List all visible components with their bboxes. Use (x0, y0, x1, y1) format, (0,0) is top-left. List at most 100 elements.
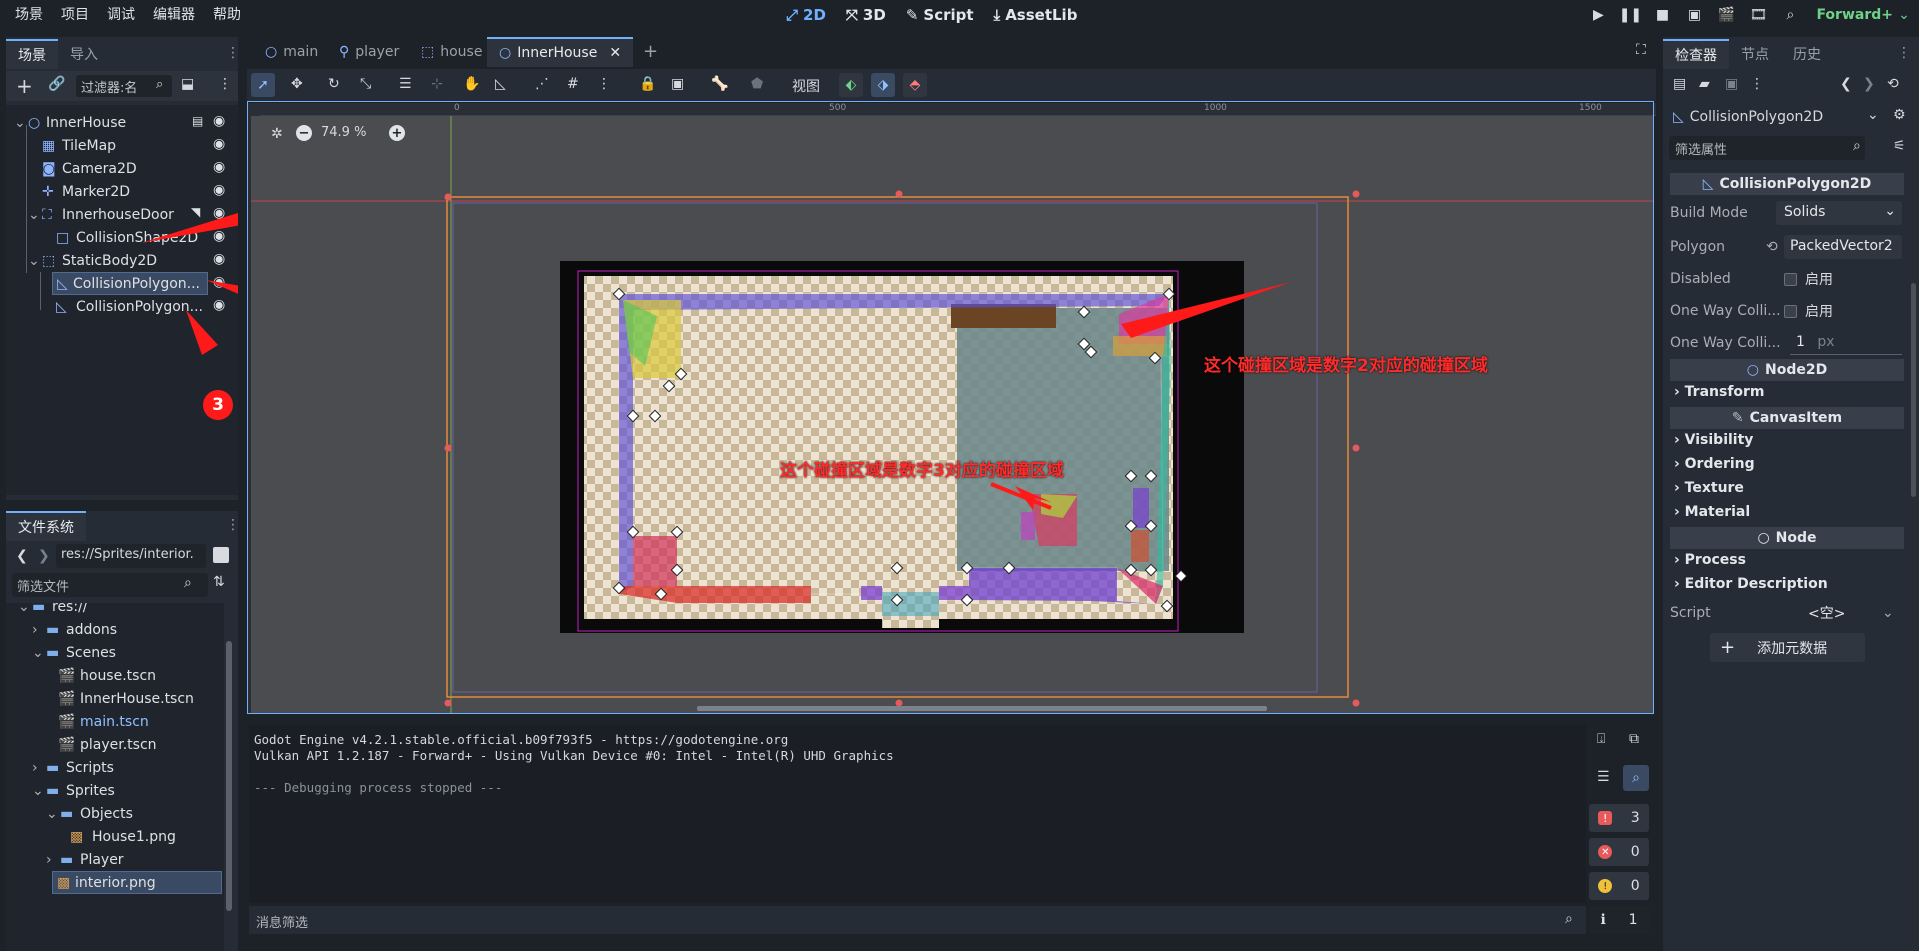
save-resource-icon[interactable]: ▣ (1725, 76, 1738, 92)
link-icon[interactable]: 🔗 (48, 76, 65, 92)
zoom-out-icon[interactable]: − (296, 125, 312, 141)
grid-snap-icon[interactable]: # (567, 76, 579, 92)
chevron-down-icon[interactable]: ⌄ (1897, 3, 1911, 27)
polygon-create-icon[interactable]: ⬖ (839, 73, 863, 97)
movie-maker-icon[interactable]: ⌕ (1776, 3, 1804, 27)
warnings-toggle[interactable]: ! 0 (1589, 872, 1649, 900)
copy-output-icon[interactable]: ⧉ (1629, 731, 1639, 747)
file-tree-scrollbar[interactable] (226, 641, 232, 911)
list-select-icon[interactable]: ☰ (399, 76, 412, 92)
revert-icon[interactable]: ⟲ (1766, 239, 1784, 255)
object-settings-icon[interactable]: ⚙ (1893, 107, 1906, 123)
history-forward-icon[interactable]: ❯ (1863, 76, 1875, 92)
group-material[interactable]: › Material (1674, 504, 1750, 520)
file-item-res[interactable]: ⌄ ▬ res:// (18, 603, 88, 618)
file-item-main-tscn[interactable]: 🎬 main.tscn (58, 710, 149, 733)
attach-script-icon[interactable]: ⬓ (181, 76, 194, 92)
scene-tab-main[interactable]: ○ main (253, 37, 330, 67)
menu-scene[interactable]: 场景 (6, 0, 52, 30)
renderer-selector[interactable]: Forward+ (1808, 3, 1893, 27)
file-item-objects[interactable]: ⌄ ▬ Objects (46, 802, 133, 825)
menu-debug[interactable]: 调试 (98, 0, 144, 30)
file-item-addons[interactable]: › ▬ addons (32, 618, 117, 641)
tab-filesystem[interactable]: 文件系统 (6, 511, 86, 541)
smart-snap-icon[interactable]: ⋰ (535, 76, 549, 92)
viewport-hscrollbar[interactable] (697, 706, 1267, 711)
select-tool-icon[interactable]: ➚ (251, 73, 275, 97)
play-custom-scene-icon[interactable]: 🎞 (1744, 3, 1772, 27)
disabled-checkbox[interactable] (1784, 272, 1797, 286)
group-editor-description[interactable]: › Editor Description (1674, 576, 1828, 592)
shape-icon[interactable]: ⬟ (751, 76, 763, 92)
menu-help[interactable]: 帮助 (204, 0, 250, 30)
file-item-player[interactable]: › ▬ Player (46, 848, 124, 871)
mode-assetlib-button[interactable]: ⤓ AssetLib (984, 6, 1088, 24)
dock-menu-icon[interactable]: ⋮ (226, 517, 240, 533)
scene-more-icon[interactable]: ⋮ (218, 76, 232, 92)
distraction-free-icon[interactable]: ⛶ (1636, 42, 1646, 58)
menu-project[interactable]: 项目 (52, 0, 98, 30)
tab-node[interactable]: 节点 (1729, 39, 1781, 69)
forward-icon[interactable]: ❯ (38, 548, 50, 564)
file-item-player-tscn[interactable]: 🎬 player.tscn (58, 733, 157, 756)
scene-tab-innerhouse[interactable]: ○ InnerHouse ✕ (487, 37, 634, 67)
info-toggle[interactable]: ℹ1 (1589, 906, 1649, 934)
tab-inspector[interactable]: 检查器 (1663, 39, 1729, 69)
tab-history[interactable]: 历史 (1781, 39, 1833, 69)
snap-options-icon[interactable]: ⋮ (597, 76, 611, 92)
tab-scene[interactable]: 场景 (6, 39, 58, 69)
group-process[interactable]: › Process (1674, 552, 1746, 568)
rotate-tool-icon[interactable]: ↻ (328, 76, 340, 92)
margin-spinbox[interactable]: 1 px (1790, 331, 1902, 355)
errors-toggle[interactable]: ✕ 0 (1589, 838, 1649, 866)
object-history-icon[interactable]: ⟲ (1887, 76, 1899, 92)
dock-menu-icon[interactable]: ⋮ (226, 45, 240, 61)
build-mode-select[interactable]: Solids ⌄ (1776, 201, 1902, 225)
file-item-house-tscn[interactable]: 🎬 house.tscn (58, 664, 156, 687)
add-metadata-button[interactable]: + 添加元数据 (1710, 633, 1865, 662)
view-menu[interactable]: 视图 (792, 76, 820, 96)
file-item-scripts[interactable]: › ▬ Scripts (32, 756, 114, 779)
pivot-tool-icon[interactable]: ⊹ (431, 76, 443, 92)
property-filter-input[interactable]: 筛选属性 (1669, 136, 1865, 160)
play-icon[interactable]: ▶ (1584, 3, 1612, 27)
sort-icon[interactable]: ⇅ (213, 574, 225, 590)
script-value[interactable]: <空> (1808, 603, 1882, 623)
scene-tab-house[interactable]: ⬚ house (409, 37, 494, 67)
group-icon[interactable]: ▣ (671, 76, 684, 92)
property-options-icon[interactable]: ⚟ (1893, 138, 1906, 154)
chevron-down-icon[interactable]: ⌄ (1882, 605, 1894, 621)
scale-tool-icon[interactable]: ⤡ (360, 76, 371, 92)
canvas-viewport[interactable]: ✲ − 74.9 % + 这个碰撞区域是数字2对应的碰撞区域 这个碰撞区域是数字… (251, 116, 1653, 713)
group-texture[interactable]: › Texture (1674, 480, 1744, 496)
dock-menu-icon[interactable]: ⋮ (1897, 45, 1911, 61)
file-filter-input[interactable]: 筛选文件 (12, 573, 208, 597)
mode-3d-button[interactable]: ⤧ 3D (836, 6, 896, 24)
toggle-split-icon[interactable] (213, 547, 229, 563)
menu-editor[interactable]: 编辑器 (144, 0, 204, 30)
zoom-level[interactable]: 74.9 % (321, 125, 366, 140)
file-item-house1-png[interactable]: ▩ House1.png (70, 825, 176, 848)
move-tool-icon[interactable]: ✥ (291, 76, 303, 92)
add-tab-icon[interactable]: + (643, 41, 658, 62)
open-resource-icon[interactable]: ▰ (1699, 76, 1710, 92)
path-input[interactable]: res://Sprites/interior. (56, 544, 206, 568)
skeleton-icon[interactable]: 🦴 (711, 76, 728, 92)
more-icon[interactable]: ⋮ (1750, 76, 1764, 92)
inspector-scrollbar[interactable] (1911, 283, 1916, 497)
add-node-icon[interactable]: + (16, 74, 33, 98)
zoom-in-icon[interactable]: + (389, 125, 405, 141)
close-icon[interactable]: ✕ (609, 45, 621, 61)
file-item-scenes[interactable]: ⌄ ▬ Scenes (32, 641, 116, 664)
lock-icon[interactable]: 🔒 (639, 76, 656, 92)
pan-tool-icon[interactable]: ✋ (463, 76, 480, 92)
back-icon[interactable]: ❮ (16, 548, 28, 564)
group-transform[interactable]: › Transform (1674, 384, 1765, 400)
remote-debug-icon[interactable]: ▣ (1680, 3, 1708, 27)
new-resource-icon[interactable]: ▤ (1673, 76, 1686, 92)
node-selector[interactable]: ◺ CollisionPolygon2D ⌄ (1669, 105, 1883, 129)
file-item-innerhouse-tscn[interactable]: 🎬 InnerHouse.tscn (58, 687, 194, 710)
group-ordering[interactable]: › Ordering (1674, 456, 1755, 472)
polygon-value-button[interactable]: PackedVector2 (1784, 235, 1902, 259)
history-back-icon[interactable]: ❮ (1840, 76, 1852, 92)
